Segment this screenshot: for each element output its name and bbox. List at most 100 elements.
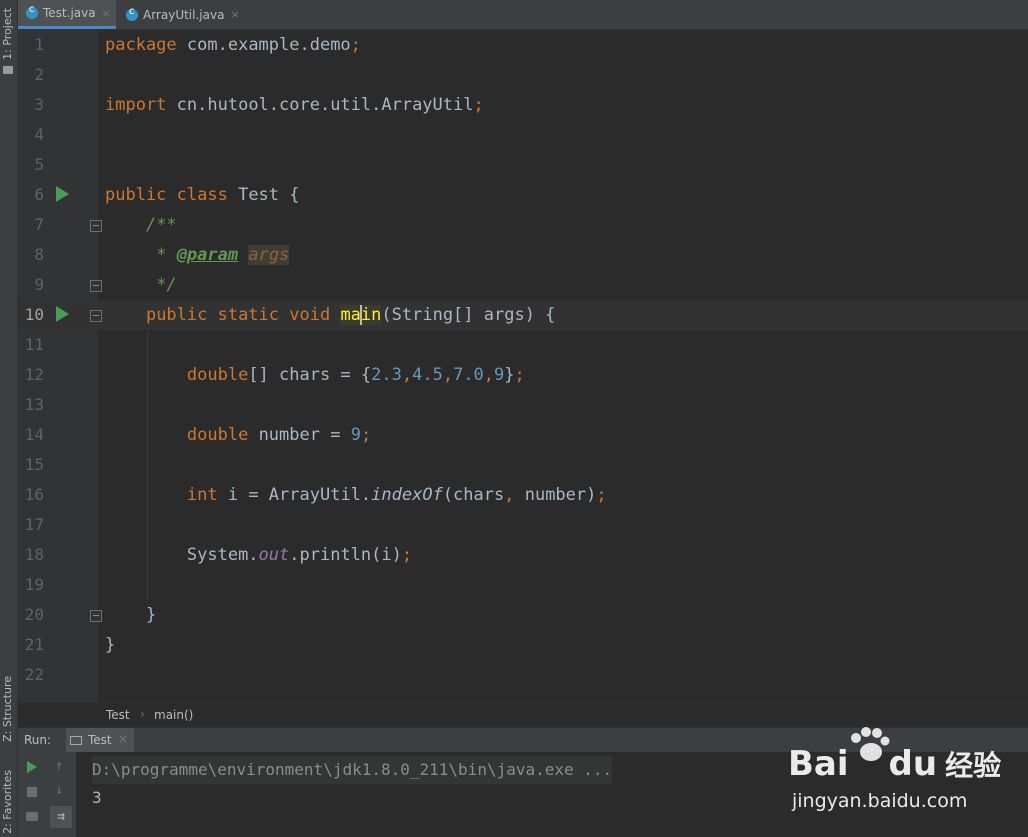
line-number: 19	[24, 575, 44, 594]
rerun-icon[interactable]	[27, 761, 37, 773]
close-icon[interactable]: ×	[102, 7, 111, 20]
line-number: 15	[24, 455, 44, 474]
method-signature: (String[] args) {	[381, 305, 556, 325]
code-line-8: * @param args	[105, 240, 290, 270]
javadoc-open: /**	[145, 215, 177, 235]
line-number: 17	[24, 515, 44, 534]
tab-label: ArrayUtil.java	[143, 7, 225, 22]
structure-tool-button[interactable]: Z: Structure	[1, 676, 14, 742]
package-name: com.example.demo	[186, 35, 351, 55]
breadcrumb: Test › main()	[18, 702, 1028, 728]
semicolon: ;	[473, 95, 484, 115]
code-line-9: */	[105, 270, 177, 300]
tab-test-java[interactable]: Test.java ×	[18, 0, 116, 29]
method-name: main	[340, 305, 382, 325]
line-number: 18	[24, 545, 44, 564]
code-line-18: System.out.println(i);	[186, 545, 413, 565]
keyword: double	[186, 425, 249, 445]
left-tool-strip: 1: Project Z: Structure 2: Favorites	[0, 0, 18, 837]
camera-icon[interactable]	[26, 812, 38, 821]
project-tool-button[interactable]: 1: Project	[1, 8, 14, 60]
run-class-icon[interactable]	[56, 186, 69, 202]
favorites-tool-button[interactable]: 2: Favorites	[1, 770, 14, 834]
line-number: 8	[34, 245, 44, 264]
line-number: 2	[34, 65, 44, 84]
folder-icon	[3, 66, 13, 74]
line-number: 12	[24, 365, 44, 384]
watermark-url: jingyan.baidu.com	[792, 790, 968, 812]
breadcrumb-separator: ›	[140, 707, 145, 721]
static-field: out	[258, 545, 290, 565]
code-line-7: /**	[105, 210, 177, 240]
code-line-3: import cn.hutool.core.util.ArrayUtil;	[105, 90, 484, 120]
close-icon[interactable]: ×	[118, 732, 128, 746]
project-label: 1: Project	[1, 8, 14, 60]
stop-icon[interactable]	[27, 787, 37, 797]
down-arrow-icon[interactable]: ↓	[55, 782, 63, 798]
run-panel-label: Run:	[24, 733, 52, 747]
keyword: package	[105, 35, 177, 55]
import-name: cn.hutool.core.util.ArrayUtil	[176, 95, 474, 115]
structure-label: Z: Structure	[1, 676, 14, 742]
up-arrow-icon[interactable]: ↑	[55, 758, 63, 774]
code-line-20: }	[145, 605, 157, 625]
code-line-10: public static void main(String[] args) {	[105, 300, 555, 330]
code-line-21: }	[105, 635, 116, 655]
soft-wrap-icon[interactable]: ⇉	[50, 806, 72, 828]
fold-icon[interactable]	[90, 280, 102, 292]
run-tab-test[interactable]: Test ×	[66, 728, 134, 753]
line-number: 20	[24, 605, 44, 624]
line-number: 13	[24, 395, 44, 414]
code-line-16: int i = ArrayUtil.indexOf(chars, number)…	[186, 485, 607, 505]
fold-icon[interactable]	[90, 220, 102, 232]
class-declaration: Test {	[238, 185, 300, 205]
code-editor[interactable]: 1 2 3 4 5 6 7 8 9 10 11 12 13 14 15 16 1…	[18, 30, 1028, 702]
javadoc-star: *	[156, 245, 167, 265]
line-number: 21	[24, 635, 44, 654]
fold-icon[interactable]	[90, 310, 102, 322]
tab-label: Test.java	[43, 6, 96, 20]
line-number: 4	[34, 125, 44, 144]
line-number: 16	[24, 485, 44, 504]
keyword: import	[105, 95, 167, 115]
java-class-icon	[26, 4, 38, 19]
javadoc-param: args	[248, 245, 290, 265]
line-number: 11	[24, 335, 44, 354]
code-line-6: public class Test {	[105, 180, 300, 210]
keyword: public static void	[145, 305, 331, 325]
editor-tab-bar: Test.java × ArrayUtil.java ×	[18, 0, 1028, 30]
line-number: 7	[34, 215, 44, 234]
watermark-brand: Bai du 经验	[788, 744, 1002, 784]
code-line-12: double[] chars = {2.3,4.5,7.0,9};	[186, 365, 525, 385]
close-icon[interactable]: ×	[230, 8, 239, 21]
line-number: 3	[34, 95, 44, 114]
line-number: 22	[24, 665, 44, 684]
run-main-icon[interactable]	[56, 306, 69, 322]
breadcrumb-class[interactable]: Test	[106, 708, 130, 722]
tab-arrayutil-java[interactable]: ArrayUtil.java ×	[118, 0, 242, 29]
line-number: 6	[34, 185, 44, 204]
code-line-14: double number = 9;	[186, 425, 372, 445]
line-number: 14	[24, 425, 44, 444]
javadoc-tag: @param	[176, 245, 239, 265]
run-toolbar: ↑ ↓ ⇉	[18, 752, 76, 837]
javadoc-close: */	[156, 275, 177, 295]
semicolon: ;	[350, 35, 361, 55]
line-number: 10	[24, 305, 44, 324]
code-line-1: package com.example.demo;	[105, 30, 361, 60]
keyword: double	[186, 365, 249, 385]
line-number: 9	[34, 275, 44, 294]
console-output-line: 3	[92, 788, 102, 807]
breadcrumb-method[interactable]: main()	[154, 708, 193, 722]
java-class-icon	[126, 6, 138, 21]
line-number: 1	[34, 35, 44, 54]
fold-icon[interactable]	[90, 610, 102, 622]
run-tab-label: Test	[88, 733, 112, 747]
baidu-jingyan-watermark: Bai du 经验 jingyan.baidu.com	[788, 726, 1001, 816]
keyword: public class	[105, 185, 228, 205]
static-method-call: indexOf	[371, 485, 443, 505]
line-number: 5	[34, 155, 44, 174]
console-command-line: D:\programme\environment\jdk1.8.0_211\bi…	[92, 756, 613, 784]
favorites-label: 2: Favorites	[1, 770, 14, 834]
keyword: int	[186, 485, 218, 505]
